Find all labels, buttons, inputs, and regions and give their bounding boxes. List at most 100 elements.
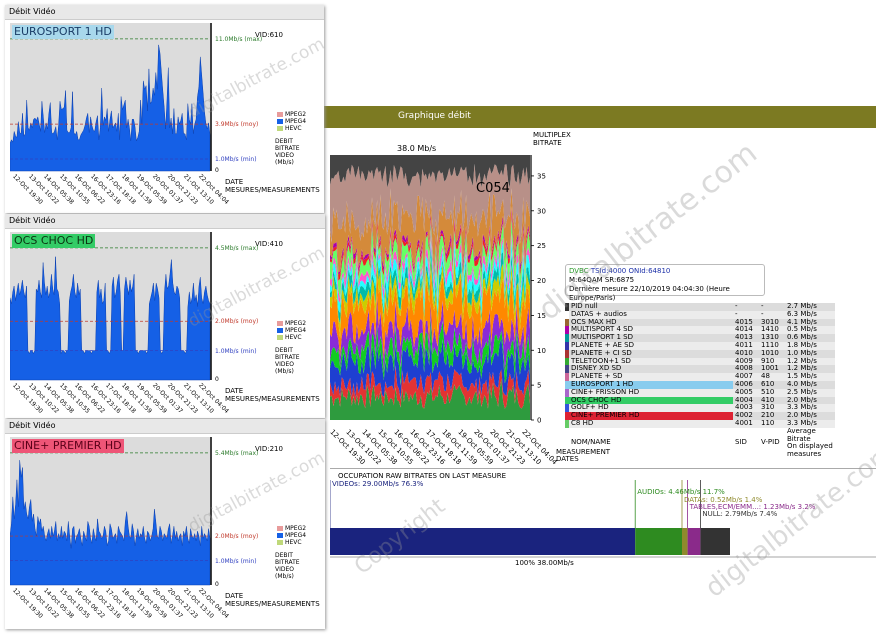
- channel-name-badge: OCS CHOC HD: [12, 234, 96, 248]
- min-label: 1.0Mb/s (min): [215, 347, 257, 355]
- table-footer: NOM/NAME SID V-PID Average Bitrate On display…: [565, 427, 835, 459]
- legend-label: HEVC: [285, 125, 302, 132]
- axis-title-line: BITRATE: [275, 559, 300, 566]
- axis-title: DEBIT BITRATE VIDEO (Mb/s): [275, 138, 300, 166]
- legend-label: MPEG2: [285, 320, 307, 327]
- zero-label: 0: [215, 581, 219, 588]
- axis-title-line: (Mb/s): [275, 159, 294, 166]
- row-name: CINE+ PREMIER HD: [569, 411, 733, 420]
- footer-vpid: V-PID: [761, 438, 780, 447]
- row-name: C8 HD: [571, 418, 594, 427]
- legend-item: HEVC: [277, 334, 306, 341]
- date-label: DATE: [225, 592, 244, 600]
- panel-header: Débit Vidéo: [5, 419, 325, 434]
- y-tick-label: 30: [537, 207, 546, 215]
- videos-label: VIDEOs: 29.00Mb/s 76.3%: [332, 480, 424, 488]
- max-label: 4.5Mb/s (max): [215, 244, 259, 252]
- axis-title-line: VIDEO: [275, 152, 295, 159]
- legend-item: HEVC: [277, 539, 306, 546]
- audios-label: AUDIOs: 4.46Mb/s 11.7%: [637, 488, 725, 496]
- axis-title-line: VIDEO: [275, 361, 295, 368]
- legend-swatch: [277, 335, 283, 340]
- occupation-segment-audios: [635, 528, 682, 555]
- legend-item: MPEG2: [277, 111, 306, 118]
- legend-item: MPEG2: [277, 320, 306, 327]
- moy-label: 3.9Mb/s (moy): [215, 121, 259, 129]
- max-label: 11.0Mb/s (max): [215, 35, 263, 43]
- measurements-label: MESURES/MEASUREMENTS: [225, 186, 320, 194]
- chart-annotation: C054: [476, 181, 510, 196]
- legend-item: HEVC: [277, 125, 306, 132]
- min-label: 1.0Mb/s (min): [215, 557, 257, 565]
- row-sid: 4001: [735, 418, 753, 427]
- axis-title: DEBIT BITRATE VIDEO (Mb/s): [275, 552, 300, 580]
- footer-average-line: measures: [787, 450, 822, 459]
- zero-label: 0: [215, 167, 219, 174]
- legend-item: MPEG4: [277, 118, 306, 125]
- axis-title-line: BITRATE: [275, 145, 300, 152]
- occupation-title: OCCUPATION RAW BITRATES ON LAST MEASURE: [338, 472, 506, 480]
- measurements-label: MESURES/MEASUREMENTS: [225, 600, 320, 608]
- y-tick-label: 10: [537, 347, 546, 355]
- legend-swatch: [277, 526, 283, 531]
- moy-label: 2.0Mb/s (moy): [215, 318, 259, 326]
- axis-title-line: (Mb/s): [275, 368, 294, 375]
- axis-title-line: DEBIT: [275, 138, 293, 145]
- axis-title-line: VIDEO: [275, 566, 295, 573]
- legend-swatch: [277, 328, 283, 333]
- channel-name-badge: EUROSPORT 1 HD: [12, 25, 114, 39]
- legend-label: MPEG4: [285, 327, 307, 334]
- occupation-segment-null: [700, 528, 730, 555]
- legend-item: MPEG2: [277, 525, 306, 532]
- occupation-total-label: 100% 38.00Mb/s: [515, 559, 574, 567]
- video-panel-2: Débit Vidéo VID:210 5.4Mb/s (max) 2.0Mb/s (…: [5, 419, 328, 629]
- y-tick-label: 25: [537, 242, 546, 250]
- footer-sid: SID: [735, 438, 747, 447]
- legend-swatch: [277, 540, 283, 545]
- occupation-segment-datas: [682, 528, 688, 555]
- axis-title: DEBIT BITRATE VIDEO (Mb/s): [275, 347, 300, 375]
- video-panel-0: Débit Vidéo VID:610 11.0Mb/s (max) 3.9Mb/s …: [5, 5, 328, 213]
- legend-swatch: [277, 533, 283, 538]
- vid-label: VID:410: [255, 240, 283, 248]
- panel-header: Débit Vidéo: [5, 5, 324, 20]
- channel-name-badge: CINE+ PREMIER HD: [12, 439, 124, 453]
- axis-title-line: (Mb/s): [275, 573, 294, 580]
- legend-swatch: [277, 321, 283, 326]
- measurements-label: MESURES/MEASUREMENTS: [225, 395, 320, 403]
- zero-label: 0: [215, 376, 219, 383]
- occupation-segment-tables: [687, 528, 701, 555]
- legend-swatch: [277, 119, 283, 124]
- codec-legend: MPEG2 MPEG4 HEVC: [277, 320, 306, 341]
- legend-item: MPEG4: [277, 327, 306, 334]
- axis-title-line: DEBIT: [275, 347, 293, 354]
- codec-legend: MPEG2 MPEG4 HEVC: [277, 525, 306, 546]
- codec-legend: MPEG2 MPEG4 HEVC: [277, 111, 306, 132]
- y-tick-label: 5: [537, 382, 541, 390]
- panel-header: Débit Vidéo: [5, 214, 325, 229]
- legend-label: MPEG2: [285, 525, 307, 532]
- y-tick-label: 0: [537, 417, 541, 425]
- null-label: NULL: 2.79Mb/s 7.4%: [702, 510, 777, 518]
- y-tick-label: 35: [537, 172, 546, 180]
- channel-table: PID null - -2.7 Mb/s DATAS + audios - -6.3 Mb…: [565, 302, 835, 459]
- y-tick-label: 20: [537, 277, 546, 285]
- vid-label: VID:210: [255, 445, 283, 453]
- footer-average: Average Bitrate On displayed measures: [785, 427, 835, 459]
- legend-label: MPEG4: [285, 118, 307, 125]
- legend-label: MPEG4: [285, 532, 307, 539]
- multiplex-area-chart: 05101520253035: [330, 155, 546, 425]
- date-label: DATE: [225, 387, 244, 395]
- legend-label: MPEG2: [285, 111, 307, 118]
- graph-title: Graphique débit: [398, 111, 471, 121]
- date-label: DATE: [225, 178, 244, 186]
- legend-swatch: [277, 126, 283, 131]
- video-panel-1: Débit Vidéo VID:410 4.5Mb/s (max) 2.0Mb/s (…: [5, 214, 328, 418]
- legend-swatch: [277, 112, 283, 117]
- footer-name: NOM/NAME: [571, 438, 611, 447]
- min-label: 1.0Mb/s (min): [215, 155, 257, 163]
- legend-item: MPEG4: [277, 532, 306, 539]
- multiplex-x-ticks: 12-Oct 19:30 13-Oct 10:22 14-Oct 05:38 15-O…: [328, 428, 560, 468]
- axis-title-line: DEBIT: [275, 552, 293, 559]
- axis-title-line: BITRATE: [275, 354, 300, 361]
